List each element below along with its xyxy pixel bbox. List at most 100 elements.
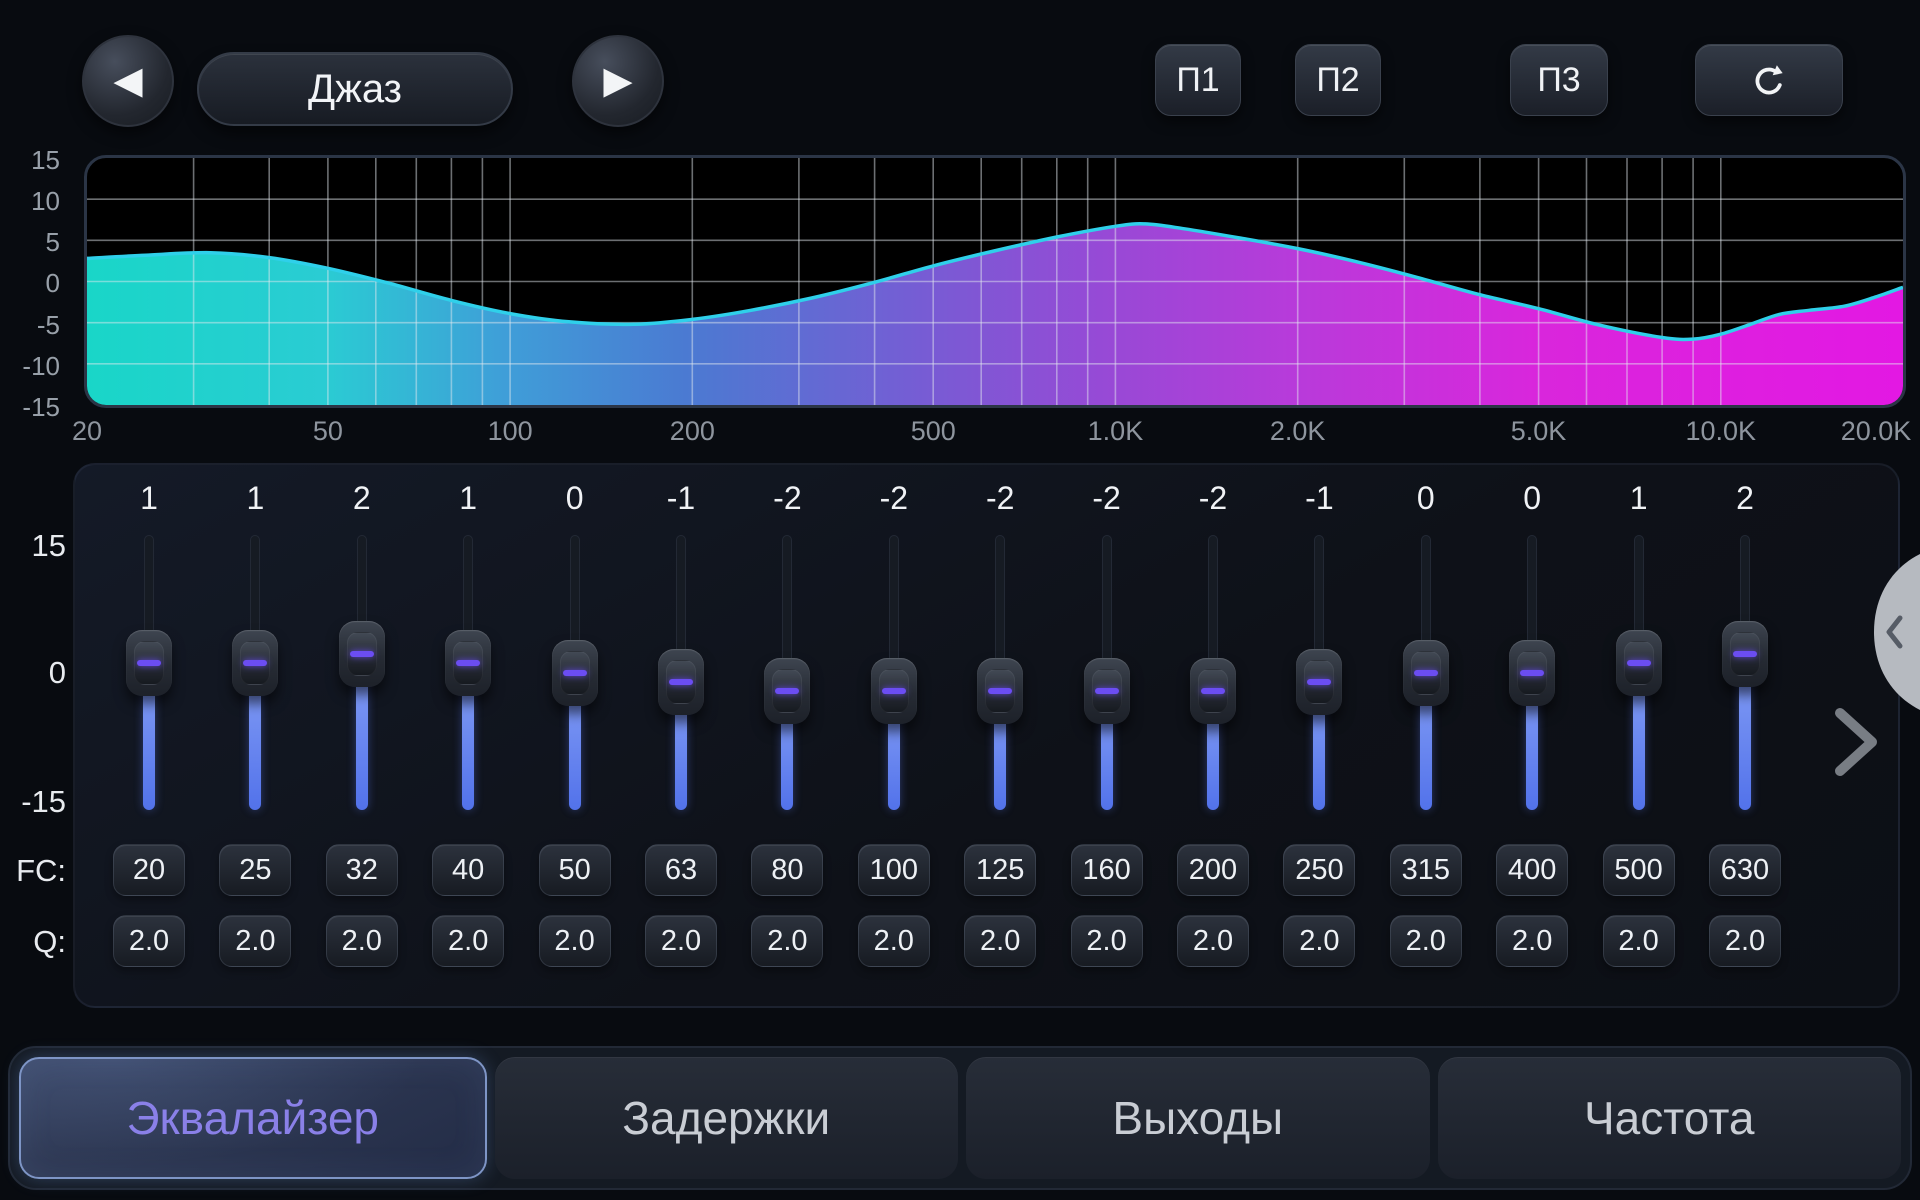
band-q-chip[interactable]: 2.0 — [1283, 915, 1355, 967]
band-slider-thumb[interactable] — [1722, 621, 1768, 687]
tab-frequency[interactable]: Частота — [1438, 1057, 1902, 1179]
tab-delays[interactable]: Задержки — [495, 1057, 959, 1179]
band-q-chip[interactable]: 2.0 — [964, 915, 1036, 967]
band-gain-value: 1 — [459, 482, 477, 514]
memory-button-p1[interactable]: П1 — [1155, 44, 1241, 116]
reset-button[interactable] — [1695, 44, 1843, 116]
preset-next-button[interactable]: ▶ — [572, 35, 664, 127]
band-gain-value: 1 — [140, 482, 158, 514]
band-gain-value: 0 — [566, 482, 584, 514]
slider-scale-min: -15 — [8, 786, 66, 817]
x-tick: 50 — [313, 418, 343, 445]
band-fc-chip[interactable]: 25 — [219, 844, 291, 896]
band-fc-chip[interactable]: 315 — [1390, 844, 1462, 896]
band-q-chip[interactable]: 2.0 — [219, 915, 291, 967]
x-tick: 1.0K — [1088, 418, 1144, 445]
fc-row-label: FC: — [8, 855, 66, 886]
band-q-chip[interactable]: 2.0 — [1390, 915, 1462, 967]
bottom-tab-bar: ЭквалайзерЗадержкиВыходыЧастота — [8, 1046, 1912, 1190]
band-fc-chip[interactable]: 200 — [1177, 844, 1249, 896]
arrow-left-icon: ◀ — [113, 62, 142, 100]
thumb-dash-icon — [456, 660, 480, 666]
band-slider-thumb[interactable] — [126, 630, 172, 696]
memory-button-p1-label: П1 — [1176, 61, 1219, 100]
thumb-dash-icon — [563, 670, 587, 676]
band-fc-chip[interactable]: 40 — [432, 844, 504, 896]
band-gain-value: -2 — [773, 482, 801, 514]
band-slider-thumb[interactable] — [1296, 649, 1342, 715]
thumb-dash-icon — [1733, 651, 1757, 657]
band-gain-value: -1 — [667, 482, 695, 514]
memory-button-p2[interactable]: П2 — [1295, 44, 1381, 116]
thumb-dash-icon — [350, 651, 374, 657]
band-fc-chip[interactable]: 250 — [1283, 844, 1355, 896]
band-q-chip[interactable]: 2.0 — [326, 915, 398, 967]
band-slider-thumb[interactable] — [232, 630, 278, 696]
thumb-dash-icon — [775, 688, 799, 694]
tab-outputs[interactable]: Выходы — [966, 1057, 1430, 1179]
band-gain-value: -1 — [1305, 482, 1333, 514]
band-q-chip[interactable]: 2.0 — [645, 915, 717, 967]
band-fc-chip[interactable]: 50 — [539, 844, 611, 896]
band-q-chip[interactable]: 2.0 — [113, 915, 185, 967]
thumb-dash-icon — [882, 688, 906, 694]
eq-response-graph — [84, 155, 1906, 408]
reset-icon — [1748, 59, 1790, 101]
band-slider-thumb[interactable] — [1084, 658, 1130, 724]
band-gain-value: -2 — [1092, 482, 1120, 514]
band-q-chip[interactable]: 2.0 — [1071, 915, 1143, 967]
band-fc-chip[interactable]: 20 — [113, 844, 185, 896]
band-fc-chip[interactable]: 630 — [1709, 844, 1781, 896]
band-slider-thumb[interactable] — [871, 658, 917, 724]
band-q-chip[interactable]: 2.0 — [432, 915, 504, 967]
thumb-dash-icon — [1520, 670, 1544, 676]
band-fc-chip[interactable]: 400 — [1496, 844, 1568, 896]
band-slider-thumb[interactable] — [764, 658, 810, 724]
band-fc-chip[interactable]: 32 — [326, 844, 398, 896]
preset-name: Джаз — [308, 67, 402, 112]
band-slider-thumb[interactable] — [339, 621, 385, 687]
band-slider-thumb[interactable] — [552, 640, 598, 706]
thumb-dash-icon — [1307, 679, 1331, 685]
band-q-chip[interactable]: 2.0 — [858, 915, 930, 967]
slider-scale-max: 15 — [8, 530, 66, 561]
band-q-chip[interactable]: 2.0 — [1496, 915, 1568, 967]
band-slider-thumb[interactable] — [1616, 630, 1662, 696]
band-slider-thumb[interactable] — [1403, 640, 1449, 706]
x-tick: 200 — [670, 418, 715, 445]
band-fc-chip[interactable]: 63 — [645, 844, 717, 896]
y-tick: -10 — [4, 353, 60, 379]
preset-prev-button[interactable]: ◀ — [82, 35, 174, 127]
tab-equalizer[interactable]: Эквалайзер — [19, 1057, 487, 1179]
band-q-chip[interactable]: 2.0 — [751, 915, 823, 967]
band-slider-thumb[interactable] — [658, 649, 704, 715]
band-slider-thumb[interactable] — [1509, 640, 1555, 706]
q-row-label: Q: — [8, 926, 66, 957]
more-bands-button[interactable] — [1828, 705, 1884, 779]
band-fc-chip[interactable]: 80 — [751, 844, 823, 896]
thumb-dash-icon — [1414, 670, 1438, 676]
thumb-dash-icon — [1201, 688, 1225, 694]
band-q-chip[interactable]: 2.0 — [1709, 915, 1781, 967]
memory-button-p3[interactable]: П3 — [1510, 44, 1608, 116]
band-gain-value: -2 — [986, 482, 1014, 514]
band-fc-chip[interactable]: 125 — [964, 844, 1036, 896]
side-panel-pull-tab[interactable] — [1860, 552, 1920, 712]
x-tick: 5.0K — [1511, 418, 1567, 445]
band-slider-thumb[interactable] — [445, 630, 491, 696]
band-slider-thumb[interactable] — [977, 658, 1023, 724]
x-tick: 20 — [72, 418, 102, 445]
band-q-chip[interactable]: 2.0 — [539, 915, 611, 967]
band-slider-thumb[interactable] — [1190, 658, 1236, 724]
band-q-chip[interactable]: 2.0 — [1177, 915, 1249, 967]
band-fc-chip[interactable]: 500 — [1603, 844, 1675, 896]
band-fc-chip[interactable]: 100 — [858, 844, 930, 896]
band-gain-value: 1 — [246, 482, 264, 514]
equalizer-screen: ◀ Джаз ▶ П1 П2 П3 15 10 5 0 -5 -10 -15 — [0, 0, 1920, 1200]
preset-selector[interactable]: Джаз — [197, 52, 513, 126]
band-gain-value: 1 — [1630, 482, 1648, 514]
band-gain-value: -2 — [1199, 482, 1227, 514]
band-q-chip[interactable]: 2.0 — [1603, 915, 1675, 967]
band-fc-chip[interactable]: 160 — [1071, 844, 1143, 896]
y-tick: 15 — [4, 147, 60, 173]
